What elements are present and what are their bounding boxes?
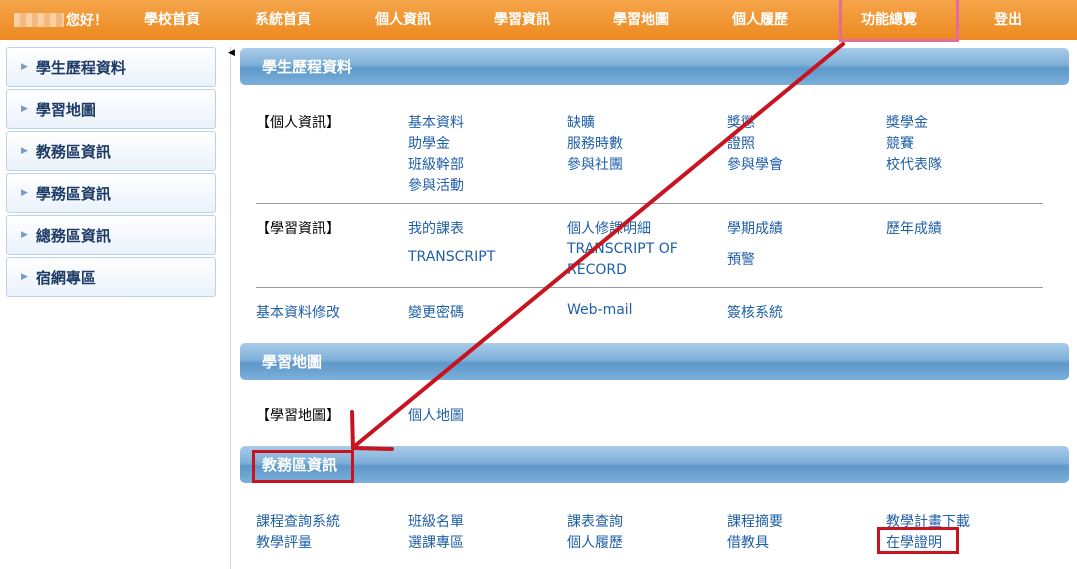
annotation-arrow xyxy=(350,42,845,451)
